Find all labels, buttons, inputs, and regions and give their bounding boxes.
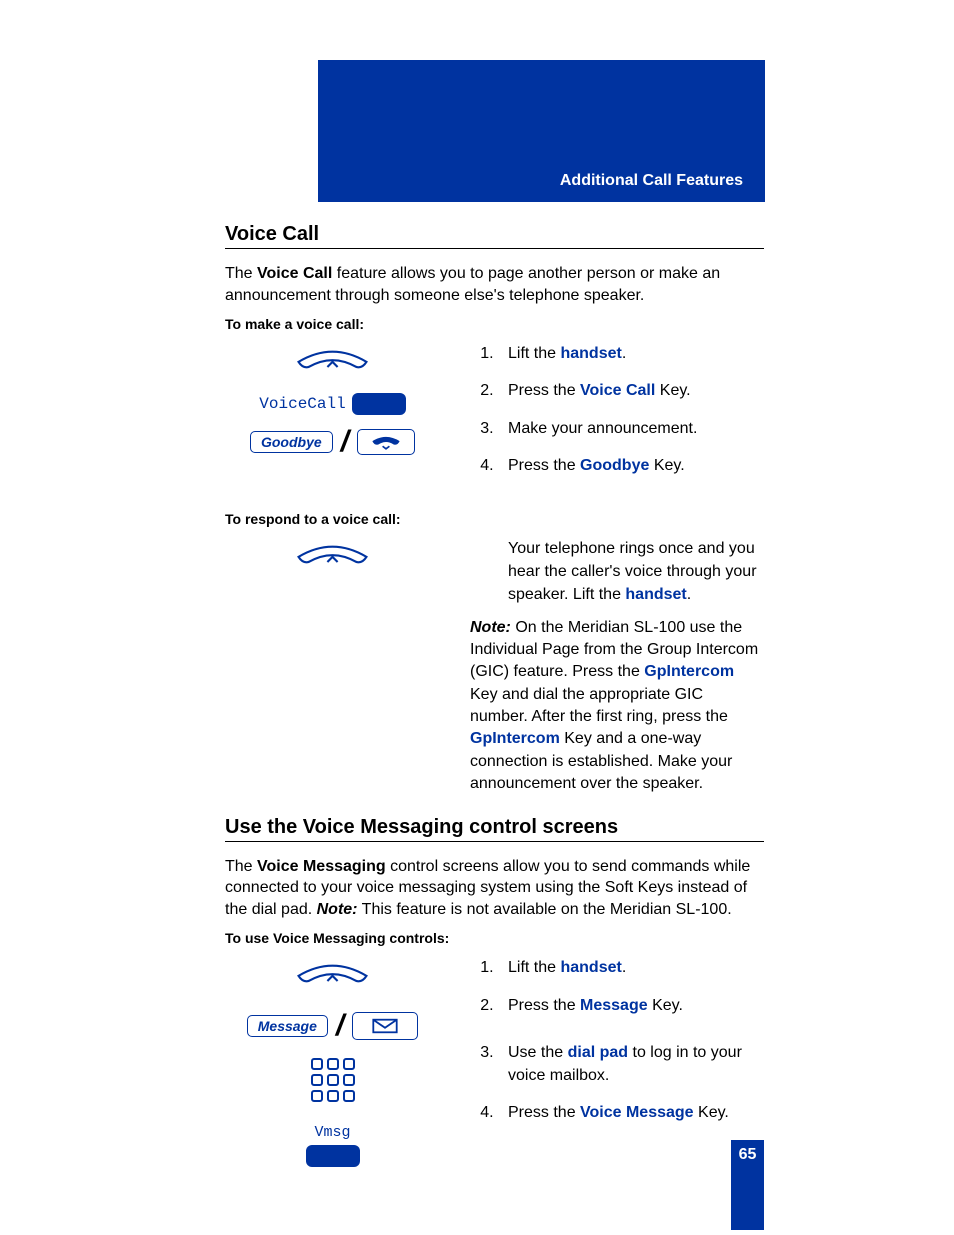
vmsg-key-group: Vmsg: [306, 1124, 360, 1167]
step-item: Make your announcement.: [498, 417, 764, 440]
text: Press the: [508, 457, 580, 474]
text: Lift the: [508, 345, 560, 362]
page-number: 65: [731, 1140, 764, 1230]
icon-column: Message / Vmsg: [225, 956, 440, 1167]
keyword: GpIntercom: [470, 730, 560, 747]
note-label: Note:: [317, 901, 358, 918]
header-section-label: Additional Call Features: [560, 172, 743, 190]
text: .: [687, 586, 691, 603]
slash-separator: /: [341, 427, 349, 457]
goodbye-key-row: Goodbye /: [250, 427, 415, 457]
keyword: Voice Message: [580, 1104, 694, 1121]
text: Press the: [508, 997, 580, 1014]
keyword: handset: [625, 586, 686, 603]
keyword: handset: [560, 959, 621, 976]
voice-call-intro: The Voice Call feature allows you to pag…: [225, 263, 764, 306]
text: The: [225, 265, 257, 282]
text: Press the: [508, 1104, 580, 1121]
message-key-row: Message /: [247, 1011, 419, 1041]
section-title-voice-messaging: Use the Voice Messaging control screens: [225, 816, 764, 842]
heading-respond-voice-call: To respond to a voice call:: [225, 511, 764, 527]
section-title-voice-call: Voice Call: [225, 223, 764, 249]
text: Use the: [508, 1044, 568, 1061]
softkey-pill-icon: [352, 393, 406, 415]
keyword: Goodbye: [580, 457, 649, 474]
voicecall-key-row: VoiceCall: [259, 393, 405, 415]
step-item: Press the Goodbye Key.: [498, 454, 764, 477]
message-softkey: Message: [247, 1015, 328, 1037]
heading-use-vm-controls: To use Voice Messaging controls:: [225, 930, 764, 946]
step-item: Use the dial pad to log in to your voice…: [498, 1041, 764, 1087]
voicecall-label: VoiceCall: [259, 395, 345, 413]
slash-separator: /: [336, 1011, 344, 1041]
text-bold: Voice Messaging: [257, 858, 386, 875]
step-item: Press the Voice Message Key.: [498, 1101, 764, 1124]
heading-make-voice-call: To make a voice call:: [225, 316, 764, 332]
voice-call-note: Note: On the Meridian SL-100 use the Ind…: [470, 617, 764, 796]
text: Key.: [649, 457, 684, 474]
icon-column: [225, 537, 440, 796]
goodbye-softkey: Goodbye: [250, 431, 333, 453]
text: Key.: [648, 997, 683, 1014]
dial-pad-icon: [310, 1057, 356, 1108]
keyword: Message: [580, 997, 648, 1014]
text: Key and dial the appropriate GIC number.…: [470, 686, 728, 725]
voice-messaging-steps: Lift the handset. Press the Message Key.…: [470, 956, 764, 1124]
text: Lift the: [508, 959, 560, 976]
text-bold: Voice Call: [257, 265, 332, 282]
step-item: Press the Voice Call Key.: [498, 379, 764, 402]
text: Key.: [655, 382, 690, 399]
icon-column: VoiceCall Goodbye /: [225, 342, 440, 491]
keyword: handset: [560, 345, 621, 362]
keyword: GpIntercom: [644, 663, 734, 680]
handset-icon: [290, 346, 375, 381]
text: .: [622, 959, 626, 976]
voice-messaging-intro: The Voice Messaging control screens allo…: [225, 856, 764, 921]
step-item: Press the Message Key.: [498, 994, 764, 1017]
text: .: [622, 345, 626, 362]
keyword: dial pad: [568, 1044, 628, 1061]
text: Key.: [694, 1104, 729, 1121]
text: This feature is not available on the Mer…: [358, 901, 732, 918]
text: Press the: [508, 382, 580, 399]
vmsg-label: Vmsg: [314, 1124, 350, 1141]
note-label: Note:: [470, 619, 511, 636]
step-item: Lift the handset.: [498, 342, 764, 365]
voice-call-steps: Lift the handset. Press the Voice Call K…: [470, 342, 764, 477]
keyword: Voice Call: [580, 382, 655, 399]
respond-ring-text: Your telephone rings once and you hear t…: [470, 537, 764, 607]
handset-icon: [290, 960, 375, 995]
softkey-pill-icon: [306, 1145, 360, 1167]
handset-icon: [290, 541, 375, 576]
envelope-key-icon: [352, 1012, 418, 1040]
header-band: Additional Call Features: [318, 60, 765, 202]
text: The: [225, 858, 257, 875]
hangup-key-icon: [357, 429, 415, 455]
step-item: Lift the handset.: [498, 956, 764, 979]
